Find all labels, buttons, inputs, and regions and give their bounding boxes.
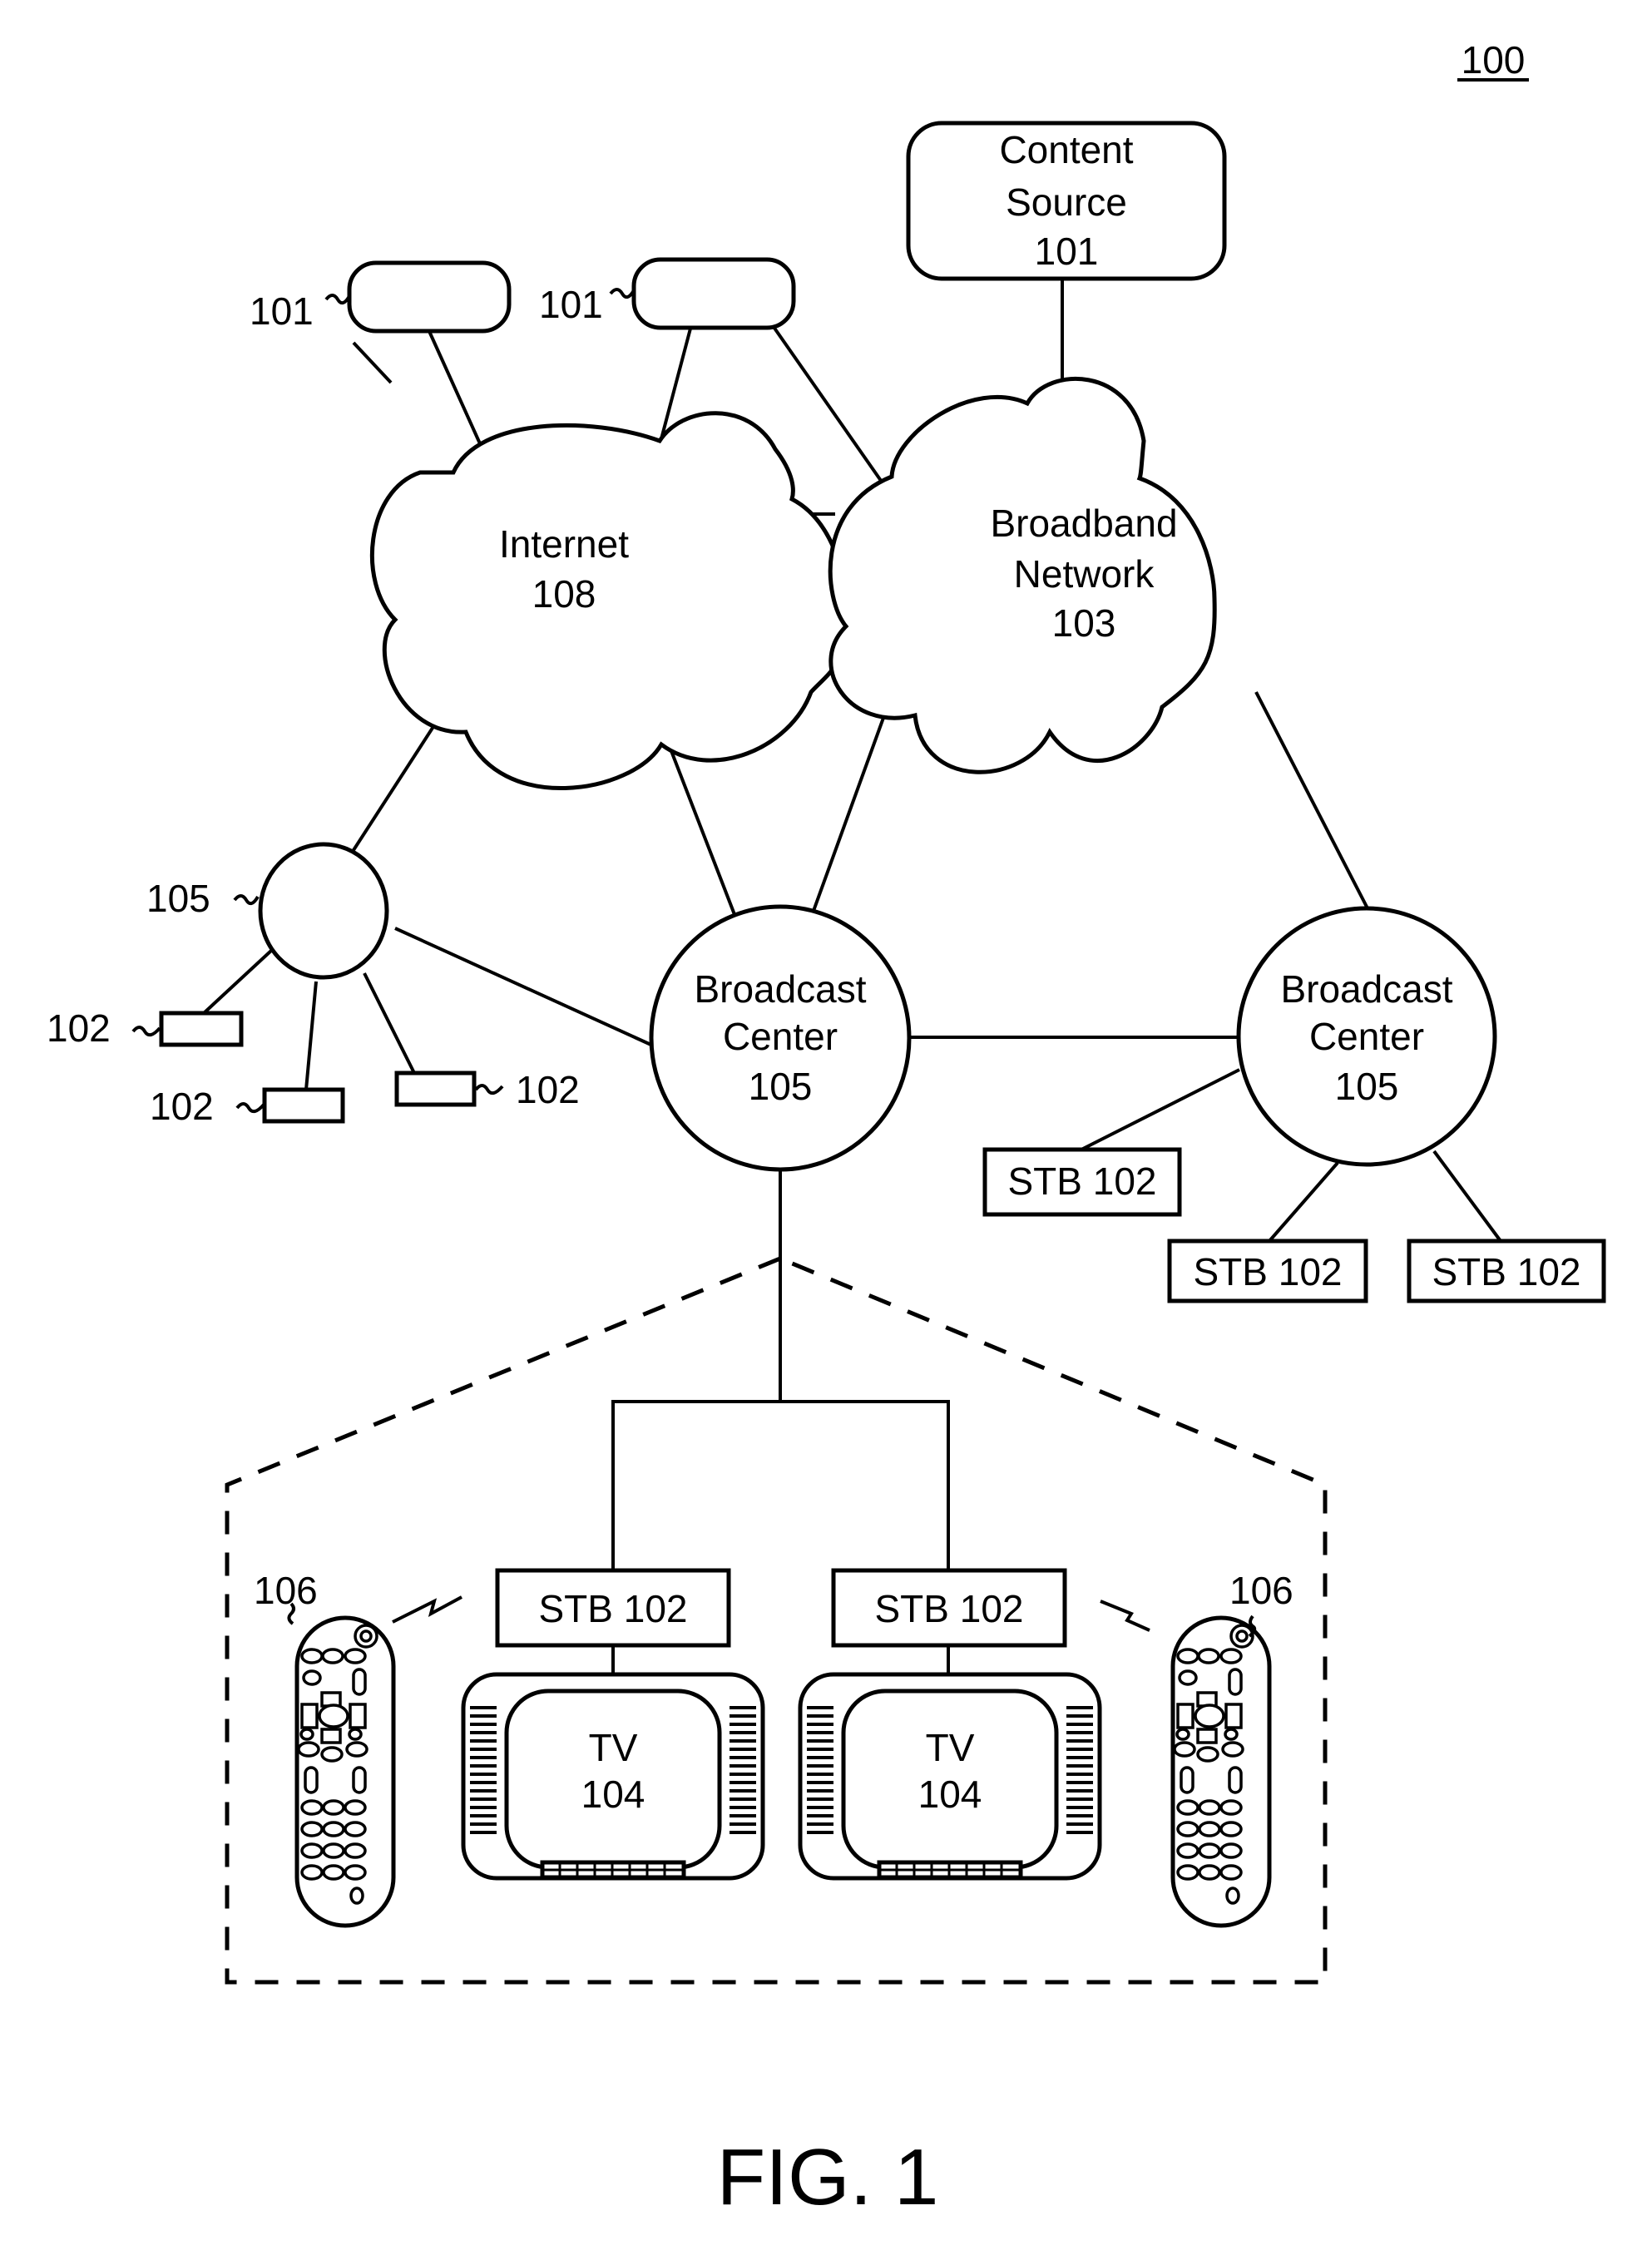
broadcast-middle-line2: Center [723,1015,838,1058]
internet-cloud: Internet 108 [370,411,851,791]
small-stb-3: 102 [394,1068,580,1111]
right-stb-1-label: STB 102 [1008,1160,1157,1203]
wireless-signal-icon [392,1595,462,1624]
link-small-stb3 [363,972,416,1074]
link-right-stb2 [1268,1161,1339,1243]
small-stb-2-ref: 102 [150,1085,214,1128]
small-stb-1: 102 [47,1006,244,1050]
right-stb-2: STB 102 [1167,1239,1368,1303]
broadcast-right-line2: Center [1309,1015,1424,1058]
leader-squiggle [324,294,351,305]
small-center-ref: 105 [146,877,210,920]
broadcast-middle-line1: Broadcast [694,967,866,1011]
content-source-node: Content Source 101 [906,121,1227,281]
link-small-stb1 [202,948,274,1015]
leader-squiggle [233,894,260,906]
content-source-right: 101 [539,257,796,330]
tv-1-ref: 104 [581,1773,645,1816]
broadband-label-line1: Broadband [990,502,1177,545]
right-stb-3-label: STB 102 [1432,1250,1581,1293]
tv-2-label: TV [926,1726,975,1769]
tv-2-ref: 104 [918,1773,982,1816]
content-source-line3: 101 [1035,230,1099,273]
leader-squiggle [609,288,636,299]
remote-control-icon [1173,1618,1269,1926]
tv-1: TV 104 [463,1674,763,1878]
link-small-stb2 [304,981,318,1090]
link-home-split [611,1400,950,1572]
right-stb-2-label: STB 102 [1194,1250,1343,1293]
broadcast-center-middle: Broadcast Center 105 [649,904,912,1172]
content-source-left-ref: 101 [250,289,314,333]
small-stb-3-ref: 102 [516,1068,580,1111]
content-source-left: 101 [250,260,512,334]
remote-right [1173,1618,1269,1926]
small-broadcast-center: 105 [146,842,389,980]
broadcast-middle-ref: 105 [749,1065,813,1108]
link-source-internet [427,329,484,450]
home-stb-2-label: STB 102 [875,1587,1024,1630]
broadband-ref: 103 [1052,601,1116,645]
home-stb-1: STB 102 [495,1568,731,1648]
small-stb-1-ref: 102 [47,1006,111,1050]
home-stb-1-label: STB 102 [539,1587,688,1630]
link-broadband-broadcast-right [1254,691,1369,909]
broadcast-center-right: Broadcast Center 105 [1236,906,1497,1167]
figure-caption: FIG. 1 [717,2133,939,2222]
link-source2-broadband [772,325,887,488]
internet-label: Internet [499,522,629,566]
internet-ref: 108 [532,572,596,616]
content-source-line2: Source [1006,180,1127,224]
broadband-label-line2: Network [1014,552,1155,596]
right-stb-3: STB 102 [1407,1239,1606,1303]
link-right-stb3 [1432,1150,1502,1243]
link-right-stb1 [1081,1068,1240,1151]
tv-1-label: TV [589,1726,638,1769]
broadcast-right-line1: Broadcast [1280,967,1452,1011]
leader-squiggle [131,1026,161,1037]
remote-left-ref: 106 [254,1569,318,1612]
network-diagram: 100 Content Source 101 101 101 Internet … [47,38,1606,2222]
broadcast-right-ref: 105 [1335,1065,1399,1108]
leader-squiggle [474,1084,504,1095]
home-stb-2: STB 102 [831,1568,1067,1648]
remote-control-icon [297,1618,393,1926]
leader-squiggle [235,1102,265,1114]
small-stb-2: 102 [150,1085,345,1128]
content-source-line1: Content [999,128,1133,171]
broadband-cloud: Broadband Network 103 [828,377,1217,774]
figure-reference-number: 100 [1462,38,1526,82]
link-small-center-broadcast [394,927,655,1048]
tv-2: TV 104 [800,1674,1100,1878]
link-unused [352,341,393,384]
remote-left [297,1618,393,1926]
right-stb-1: STB 102 [982,1147,1182,1217]
remote-right-ref: 106 [1229,1569,1293,1612]
content-source-right-ref: 101 [539,283,603,326]
wireless-signal-icon [1100,1600,1150,1632]
